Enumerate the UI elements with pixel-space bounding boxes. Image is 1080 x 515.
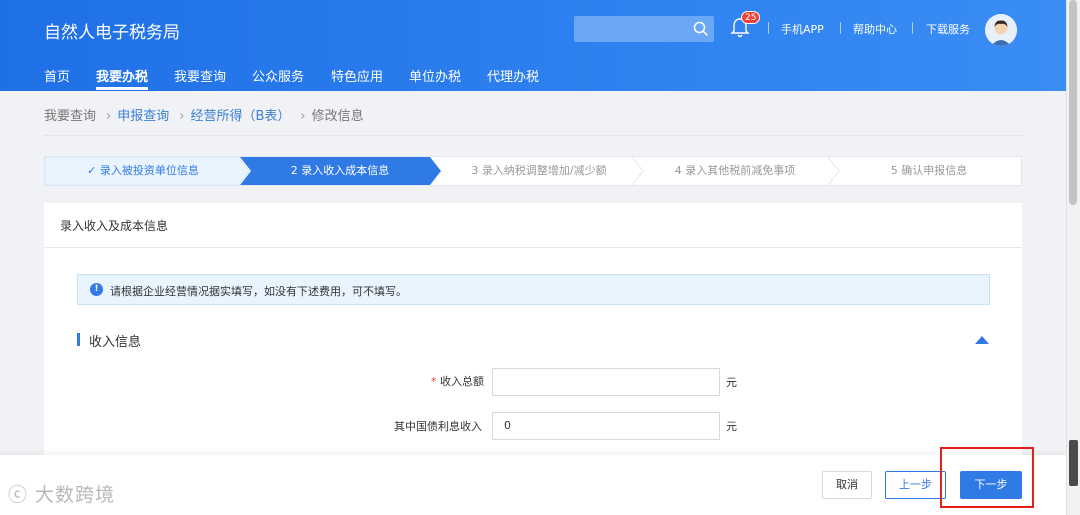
nav-unit-tax[interactable]: 单位办税 — [409, 66, 461, 85]
search-input[interactable] — [574, 16, 714, 42]
divider — [44, 135, 1022, 136]
prev-step-button[interactable]: 上一步 — [885, 471, 946, 499]
collapse-up-icon[interactable] — [975, 336, 989, 344]
step-3[interactable]: 3 录入纳税调整增加/减少额 — [443, 157, 635, 185]
help-center-link[interactable]: 帮助中心 — [853, 21, 897, 37]
download-service-link[interactable]: 下载服务 — [926, 21, 970, 37]
nav-home[interactable]: 首页 — [44, 66, 70, 85]
avatar[interactable] — [985, 14, 1017, 46]
search-icon[interactable] — [692, 20, 710, 38]
breadcrumb: 我要查询 › 申报查询 › 经营所得（B表） › 修改信息 — [44, 105, 370, 124]
scrollbar-thumb[interactable] — [1069, 0, 1077, 205]
app-download-link[interactable]: 手机APP — [781, 21, 824, 37]
cancel-button[interactable]: 取消 — [822, 471, 872, 499]
divider — [44, 247, 1022, 248]
active-nav-indicator — [96, 87, 148, 90]
step-1[interactable]: ✓ 录入被投资单位信息 — [45, 157, 241, 185]
nav-public-service[interactable]: 公众服务 — [252, 66, 304, 85]
section-marker — [77, 333, 80, 346]
main-content: 我要查询 › 申报查询 › 经营所得（B表） › 修改信息 ✓ 录入被投资单位信息 2 录入… — [0, 91, 1066, 515]
field-label-bond-interest: 其中国债利息收入 — [394, 420, 482, 433]
step-5[interactable]: 5 确认申报信息 — [835, 157, 1023, 185]
app-title: 自然人电子税务局 — [44, 23, 180, 43]
chevron-right-icon: › — [179, 109, 185, 124]
bond-interest-input[interactable]: 0 — [492, 412, 720, 440]
unit-label: 元 — [726, 420, 737, 433]
required-mark: * — [431, 375, 440, 388]
divider — [768, 22, 769, 34]
nav-tax-filing[interactable]: 我要办税 — [96, 66, 148, 85]
breadcrumb-item[interactable]: 经营所得（B表） — [190, 109, 290, 124]
side-widget-icon[interactable] — [1069, 440, 1078, 486]
breadcrumb-current: 修改信息 — [311, 109, 364, 124]
step-4[interactable]: 4 录入其他税前减免事项 — [639, 157, 831, 185]
notice-text: 请根据企业经营情况据实填写，如没有下述费用，可不填写。 — [110, 285, 407, 298]
nav-agent-tax[interactable]: 代理办税 — [487, 66, 539, 85]
info-notice: ! 请根据企业经营情况据实填写，如没有下述费用，可不填写。 — [77, 274, 990, 305]
info-icon: ! — [90, 283, 103, 296]
income-total-input[interactable] — [492, 368, 720, 396]
nav-query[interactable]: 我要查询 — [174, 66, 226, 85]
chevron-right-icon: › — [106, 109, 112, 124]
highlight-box — [940, 447, 1034, 508]
watermark-logo: ⓒ 大数跨境 — [8, 484, 116, 506]
form-card: 录入收入及成本信息 ! 请根据企业经营情况据实填写，如没有下述费用，可不填写。 … — [44, 203, 1022, 463]
divider — [912, 22, 913, 34]
notification-badge: 25 — [741, 11, 761, 24]
nav-features[interactable]: 特色应用 — [331, 66, 383, 85]
step-2[interactable]: 2 录入收入成本信息 — [245, 157, 435, 185]
top-header: 自然人电子税务局 25 手机APP 帮助中心 下载服务 首页 我要办税 我要查询… — [0, 0, 1066, 91]
watermark-icon: ⓒ — [8, 484, 36, 506]
breadcrumb-item[interactable]: 我要查询 — [44, 109, 96, 124]
unit-label: 元 — [726, 376, 737, 389]
chevron-right-icon: › — [300, 109, 306, 124]
section-title: 收入信息 — [89, 335, 142, 350]
breadcrumb-item[interactable]: 申报查询 — [117, 109, 169, 124]
action-footer: ⓒ 大数跨境 取消 上一步 下一步 — [0, 447, 1066, 515]
divider — [840, 22, 841, 34]
step-indicator: ✓ 录入被投资单位信息 2 录入收入成本信息 3 录入纳税调整增加/减少额 4 … — [44, 156, 1022, 186]
card-title: 录入收入及成本信息 — [60, 219, 169, 233]
field-label-income: * 收入总额 — [431, 375, 484, 388]
user-avatar-icon — [985, 14, 1017, 46]
